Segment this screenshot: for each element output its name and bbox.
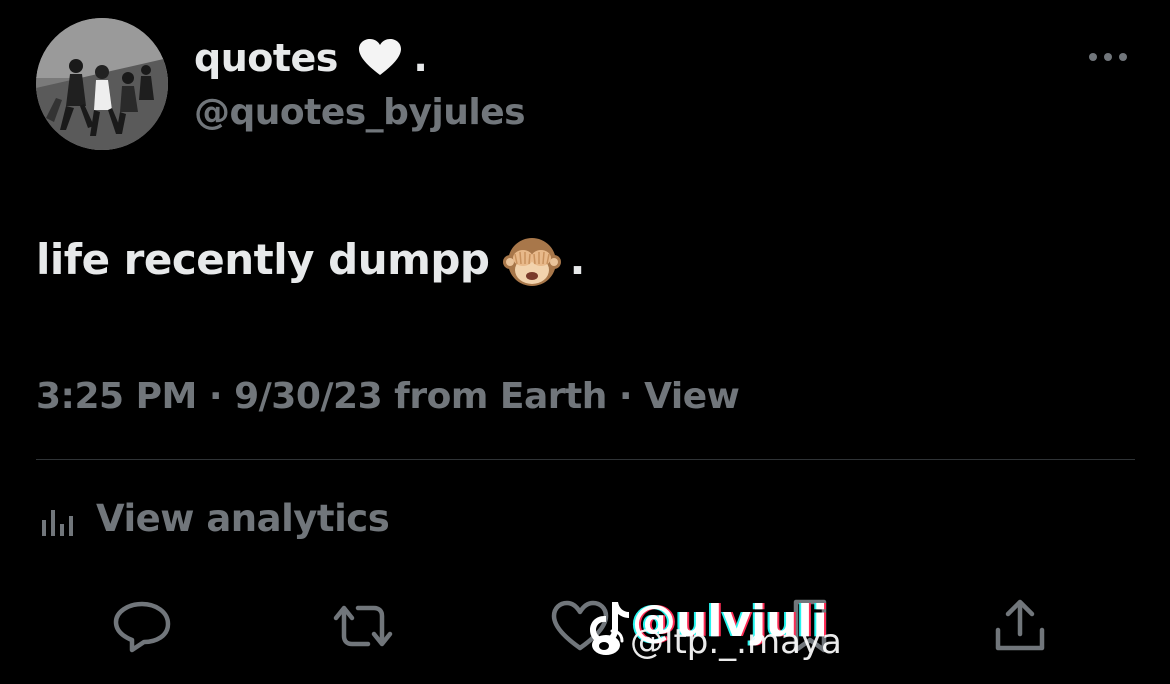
tweet-metadata: 3:25 PM · 9/30/23 from Earth · View <box>36 376 740 417</box>
avatar[interactable] <box>36 18 168 150</box>
white-heart-icon <box>358 39 401 75</box>
heart-icon <box>551 600 609 651</box>
like-button[interactable] <box>550 598 610 654</box>
meta-separator: · <box>208 376 223 417</box>
analytics-icon <box>42 509 73 536</box>
reply-icon <box>113 601 171 653</box>
user-handle[interactable]: @quotes_byjules <box>194 92 526 133</box>
display-name-suffix: . <box>413 36 428 80</box>
tweet-date[interactable]: 9/30/23 <box>234 376 383 417</box>
divider <box>36 459 1135 460</box>
tweet-source: from Earth <box>394 376 607 417</box>
avatar-photo <box>36 18 168 150</box>
view-link[interactable]: View <box>644 376 740 417</box>
tweet-text-suffix: . <box>569 234 585 284</box>
reply-button[interactable] <box>112 598 172 654</box>
view-analytics-button[interactable]: View analytics <box>40 497 390 540</box>
retweet-button[interactable] <box>330 598 393 654</box>
bookmark-icon <box>793 599 827 653</box>
tweet-detail: quotes . @quotes_byjules life recently d… <box>0 0 1170 684</box>
view-analytics-label: View analytics <box>96 497 390 540</box>
retweet-icon <box>333 605 393 647</box>
share-button[interactable] <box>990 598 1050 654</box>
bookmark-button[interactable] <box>780 598 840 654</box>
tweet-time[interactable]: 3:25 PM <box>36 376 197 417</box>
display-name[interactable]: quotes . <box>194 36 428 80</box>
meta-separator-2: · <box>618 376 633 417</box>
see-no-evil-monkey-icon <box>503 238 562 286</box>
tweet-text-body: life recently dumpp <box>36 234 490 284</box>
tweet-text: life recently dumpp . <box>36 230 585 288</box>
more-options-icon[interactable] <box>1086 48 1130 66</box>
share-icon <box>995 599 1045 651</box>
display-name-text: quotes <box>194 36 338 80</box>
